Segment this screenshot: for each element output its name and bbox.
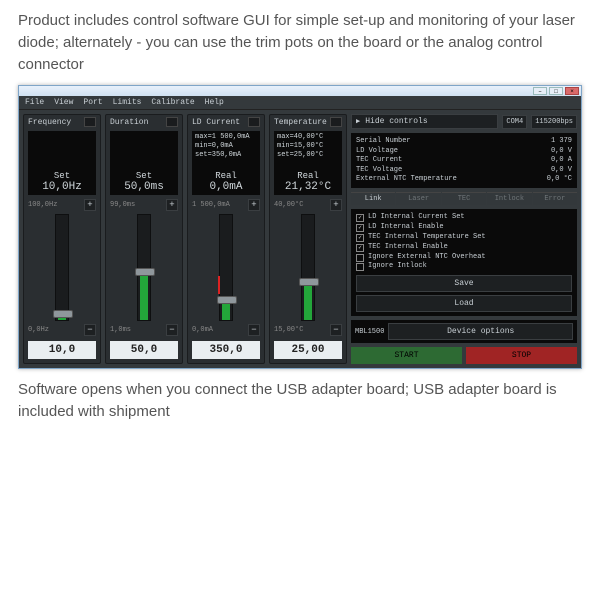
channel-display: Set50,0ms <box>110 131 178 195</box>
slider-min: 1,0ms <box>110 326 131 334</box>
checkbox-label: TEC Internal Enable <box>368 243 448 253</box>
minimize-button[interactable]: – <box>533 87 547 95</box>
checkbox-label: LD Internal Current Set <box>368 213 465 223</box>
channel-frequency: Frequency Set10,0Hz 100,0Hz + 0,0Hz − 10,0 <box>23 114 101 364</box>
checkbox-row[interactable]: Ignore Intlock <box>356 262 572 272</box>
hide-controls-button[interactable]: Hide controls <box>351 114 498 129</box>
menu-file[interactable]: File <box>25 98 44 107</box>
window-titlebar: – □ × <box>19 86 581 96</box>
slider-max: 40,00°C <box>274 201 303 209</box>
checkbox-row[interactable]: LD Internal Current Set <box>356 213 572 223</box>
status-tabs: LinkLaserTECIntlockError <box>351 192 577 205</box>
channel-title: Temperature <box>274 118 327 127</box>
caption-top: Product includes control software GUI fo… <box>18 10 582 75</box>
status-panel: Serial Number1 379LD Voltage0,0 VTEC Cur… <box>351 133 577 188</box>
slider-track[interactable] <box>137 214 151 321</box>
minus-button[interactable]: − <box>248 324 260 336</box>
slider-knob[interactable] <box>299 278 319 286</box>
channel-input[interactable]: 25,00 <box>274 341 342 359</box>
channel-display: max=40,00°Cmin=15,00°Cset=25,00°CReal21,… <box>274 131 342 195</box>
maximize-button[interactable]: □ <box>549 87 563 95</box>
load-button[interactable]: Load <box>356 295 572 312</box>
menu-help[interactable]: Help <box>205 98 224 107</box>
caption-bottom: Software opens when you connect the USB … <box>18 379 582 423</box>
plus-button[interactable]: + <box>84 199 96 211</box>
channel-temperature: Temperature max=40,00°Cmin=15,00°Cset=25… <box>269 114 347 364</box>
info-row: External NTC Temperature0,0 °C <box>356 175 572 184</box>
checkbox[interactable] <box>356 263 364 271</box>
plus-button[interactable]: + <box>248 199 260 211</box>
slider-max: 1 500,0mA <box>192 201 230 209</box>
slider-min: 15,00°C <box>274 326 303 334</box>
checkbox-row[interactable]: LD Internal Enable <box>356 223 572 233</box>
plus-button[interactable]: + <box>166 199 178 211</box>
channel-display: Set10,0Hz <box>28 131 96 195</box>
slider-knob[interactable] <box>217 296 237 304</box>
slider-knob[interactable] <box>53 310 73 318</box>
close-button[interactable]: × <box>565 87 579 95</box>
stop-button[interactable]: STOP <box>466 347 577 364</box>
slider-track[interactable] <box>219 214 233 321</box>
channel-input[interactable]: 50,0 <box>110 341 178 359</box>
channel-input[interactable]: 10,0 <box>28 341 96 359</box>
start-button[interactable]: START <box>351 347 462 364</box>
channel-title: LD Current <box>192 118 240 127</box>
tab-laser[interactable]: Laser <box>396 192 440 205</box>
device-label: MBL1500 <box>355 328 384 336</box>
plus-button[interactable]: + <box>330 199 342 211</box>
info-row: LD Voltage0,0 V <box>356 147 572 156</box>
device-options-button[interactable]: Device options <box>388 323 573 340</box>
slider-track[interactable] <box>55 214 69 321</box>
channel-toggle[interactable] <box>166 117 178 127</box>
menu-view[interactable]: View <box>54 98 73 107</box>
baud-select[interactable]: 115200bps <box>531 115 577 129</box>
checkbox-row[interactable]: TEC Internal Temperature Set <box>356 233 572 243</box>
checkbox-row[interactable]: TEC Internal Enable <box>356 243 572 253</box>
slider-min: 0,0Hz <box>28 326 49 334</box>
channel-ld-current: LD Current max=1 500,0mAmin=0,0mAset=350… <box>187 114 265 364</box>
channel-toggle[interactable] <box>84 117 96 127</box>
menu-port[interactable]: Port <box>83 98 102 107</box>
settings-panel: LD Internal Current SetLD Internal Enabl… <box>351 209 577 316</box>
checkbox-label: Ignore External NTC Overheat <box>368 253 486 263</box>
channel-duration: Duration Set50,0ms 99,0ms + 1,0ms − 50,0 <box>105 114 183 364</box>
checkbox[interactable] <box>356 254 364 262</box>
minus-button[interactable]: − <box>330 324 342 336</box>
slider-min: 0,0mA <box>192 326 213 334</box>
checkbox-label: LD Internal Enable <box>368 223 444 233</box>
checkbox[interactable] <box>356 224 364 232</box>
menu-calibrate[interactable]: Calibrate <box>151 98 194 107</box>
slider-max: 99,0ms <box>110 201 135 209</box>
slider-knob[interactable] <box>135 268 155 276</box>
info-row: Serial Number1 379 <box>356 137 572 146</box>
checkbox[interactable] <box>356 214 364 222</box>
info-row: TEC Voltage0,0 V <box>356 166 572 175</box>
slider-track[interactable] <box>301 214 315 321</box>
checkbox[interactable] <box>356 244 364 252</box>
app-window: – □ × File View Port Limits Calibrate He… <box>18 85 582 369</box>
save-button[interactable]: Save <box>356 275 572 292</box>
minus-button[interactable]: − <box>84 324 96 336</box>
channel-toggle[interactable] <box>330 117 342 127</box>
channel-title: Duration <box>110 118 148 127</box>
channel-display: max=1 500,0mAmin=0,0mAset=350,0mAReal0,0… <box>192 131 260 195</box>
tab-link[interactable]: Link <box>351 192 395 205</box>
slider-max: 100,0Hz <box>28 201 57 209</box>
channel-toggle[interactable] <box>248 117 260 127</box>
channel-input[interactable]: 350,0 <box>192 341 260 359</box>
tab-error[interactable]: Error <box>533 192 577 205</box>
tab-intlock[interactable]: Intlock <box>487 192 531 205</box>
info-row: TEC Current0,0 A <box>356 156 572 165</box>
checkbox[interactable] <box>356 234 364 242</box>
com-port-select[interactable]: COM4 <box>502 115 527 129</box>
channel-title: Frequency <box>28 118 71 127</box>
minus-button[interactable]: − <box>166 324 178 336</box>
menu-limits[interactable]: Limits <box>113 98 142 107</box>
menubar: File View Port Limits Calibrate Help <box>19 96 581 110</box>
checkbox-label: TEC Internal Temperature Set <box>368 233 486 243</box>
checkbox-label: Ignore Intlock <box>368 262 427 272</box>
tab-tec[interactable]: TEC <box>442 192 486 205</box>
checkbox-row[interactable]: Ignore External NTC Overheat <box>356 253 572 263</box>
